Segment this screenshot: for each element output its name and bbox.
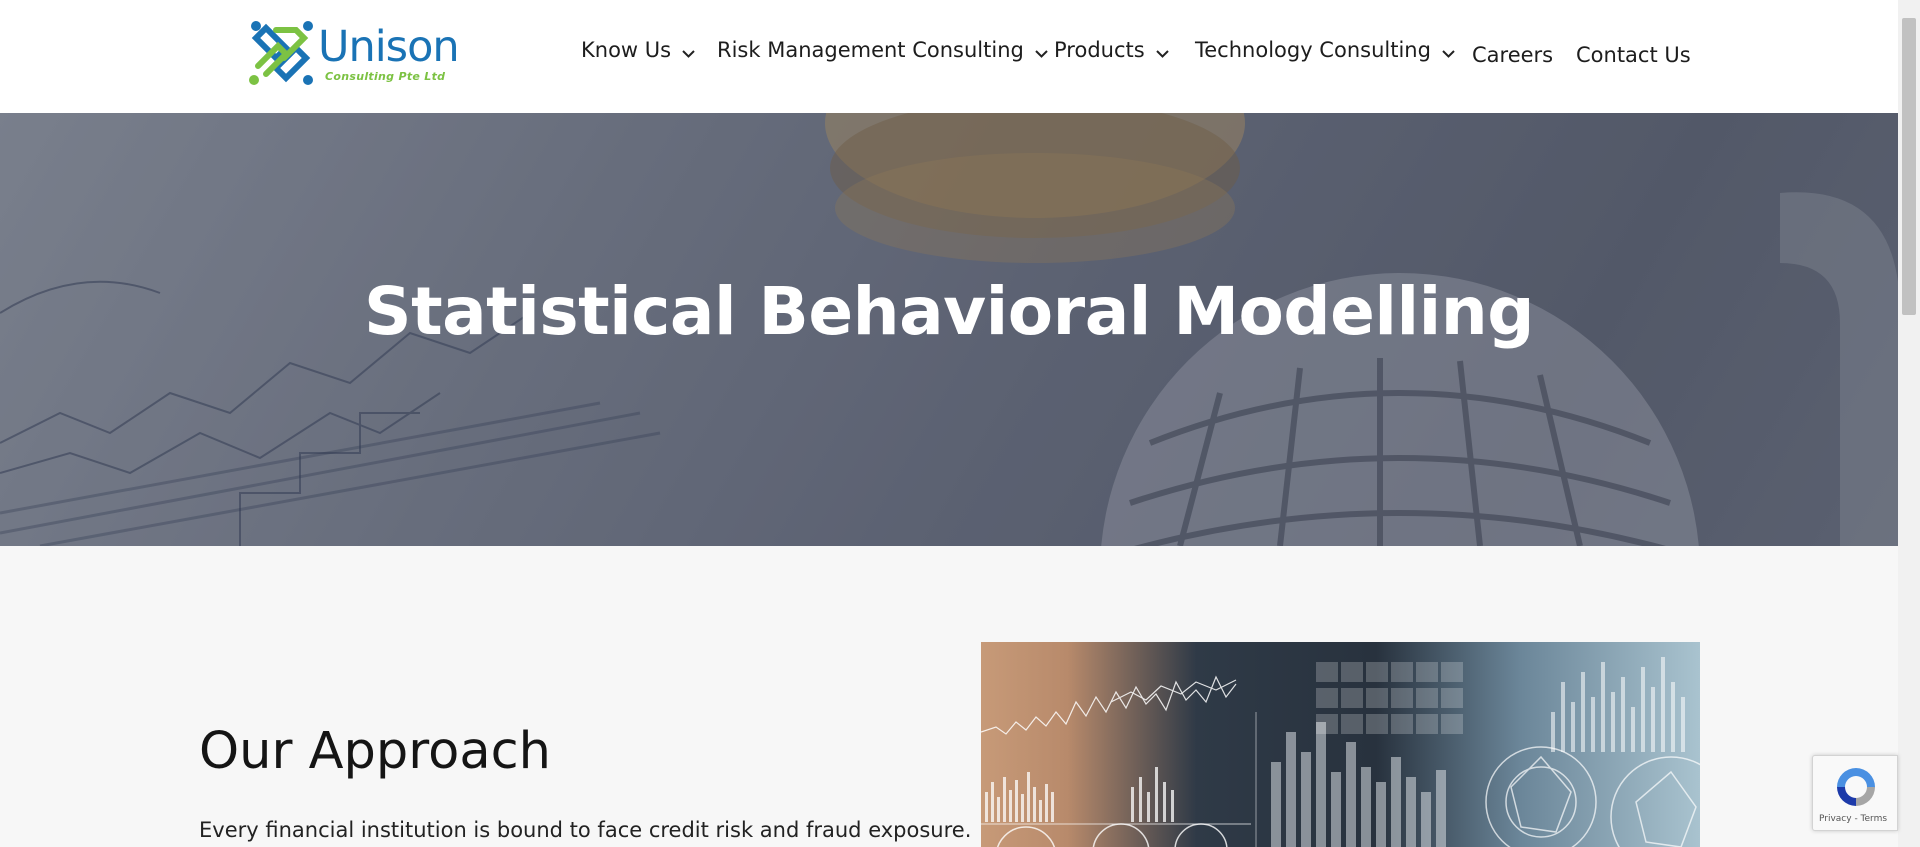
hero-banner: Statistical Behavioral Modelling bbox=[0, 113, 1898, 546]
nav-item-contact-us[interactable]: Contact Us bbox=[1576, 43, 1691, 67]
recaptcha-icon bbox=[1837, 768, 1875, 806]
nav-item-careers[interactable]: Careers bbox=[1472, 43, 1553, 67]
nav-item-label: Careers bbox=[1472, 43, 1554, 67]
nav-item-label: Products bbox=[1054, 38, 1145, 62]
nav-item-label: Technology Consulting bbox=[1195, 38, 1431, 62]
nav-item-label: Contact Us bbox=[1576, 43, 1691, 67]
section-title: Our Approach bbox=[199, 722, 551, 781]
section-paragraph: Every financial institution is bound to … bbox=[199, 818, 972, 842]
chevron-down-icon bbox=[1034, 46, 1049, 61]
analytics-overlay-graphic bbox=[981, 657, 1700, 847]
nav-item-technology-consulting[interactable]: Technology Consulting bbox=[1195, 38, 1456, 62]
chevron-down-icon bbox=[1155, 46, 1170, 61]
main-navigation: Know Us Risk Management Consulting Produ… bbox=[0, 38, 1898, 78]
nav-item-label: Risk Management Consulting bbox=[717, 38, 1024, 62]
chevron-down-icon bbox=[681, 46, 696, 61]
scrollbar-thumb[interactable] bbox=[1902, 18, 1916, 315]
nav-item-label: Know Us bbox=[581, 38, 672, 62]
nav-item-products[interactable]: Products bbox=[1054, 38, 1170, 62]
page-scrollbar[interactable] bbox=[1898, 0, 1920, 847]
chevron-down-icon bbox=[1441, 46, 1456, 61]
analytics-feature-image bbox=[981, 642, 1700, 847]
nav-item-risk-management-consulting[interactable]: Risk Management Consulting bbox=[717, 38, 1049, 62]
page-title: Statistical Behavioral Modelling bbox=[364, 273, 1534, 350]
site-header: Unison Consulting Pte Ltd Know Us Risk M… bbox=[0, 0, 1898, 113]
recaptcha-terms-link[interactable]: Privacy - Terms bbox=[1819, 814, 1887, 824]
nav-item-know-us[interactable]: Know Us bbox=[581, 38, 696, 62]
recaptcha-badge[interactable]: Privacy - Terms bbox=[1812, 755, 1898, 831]
